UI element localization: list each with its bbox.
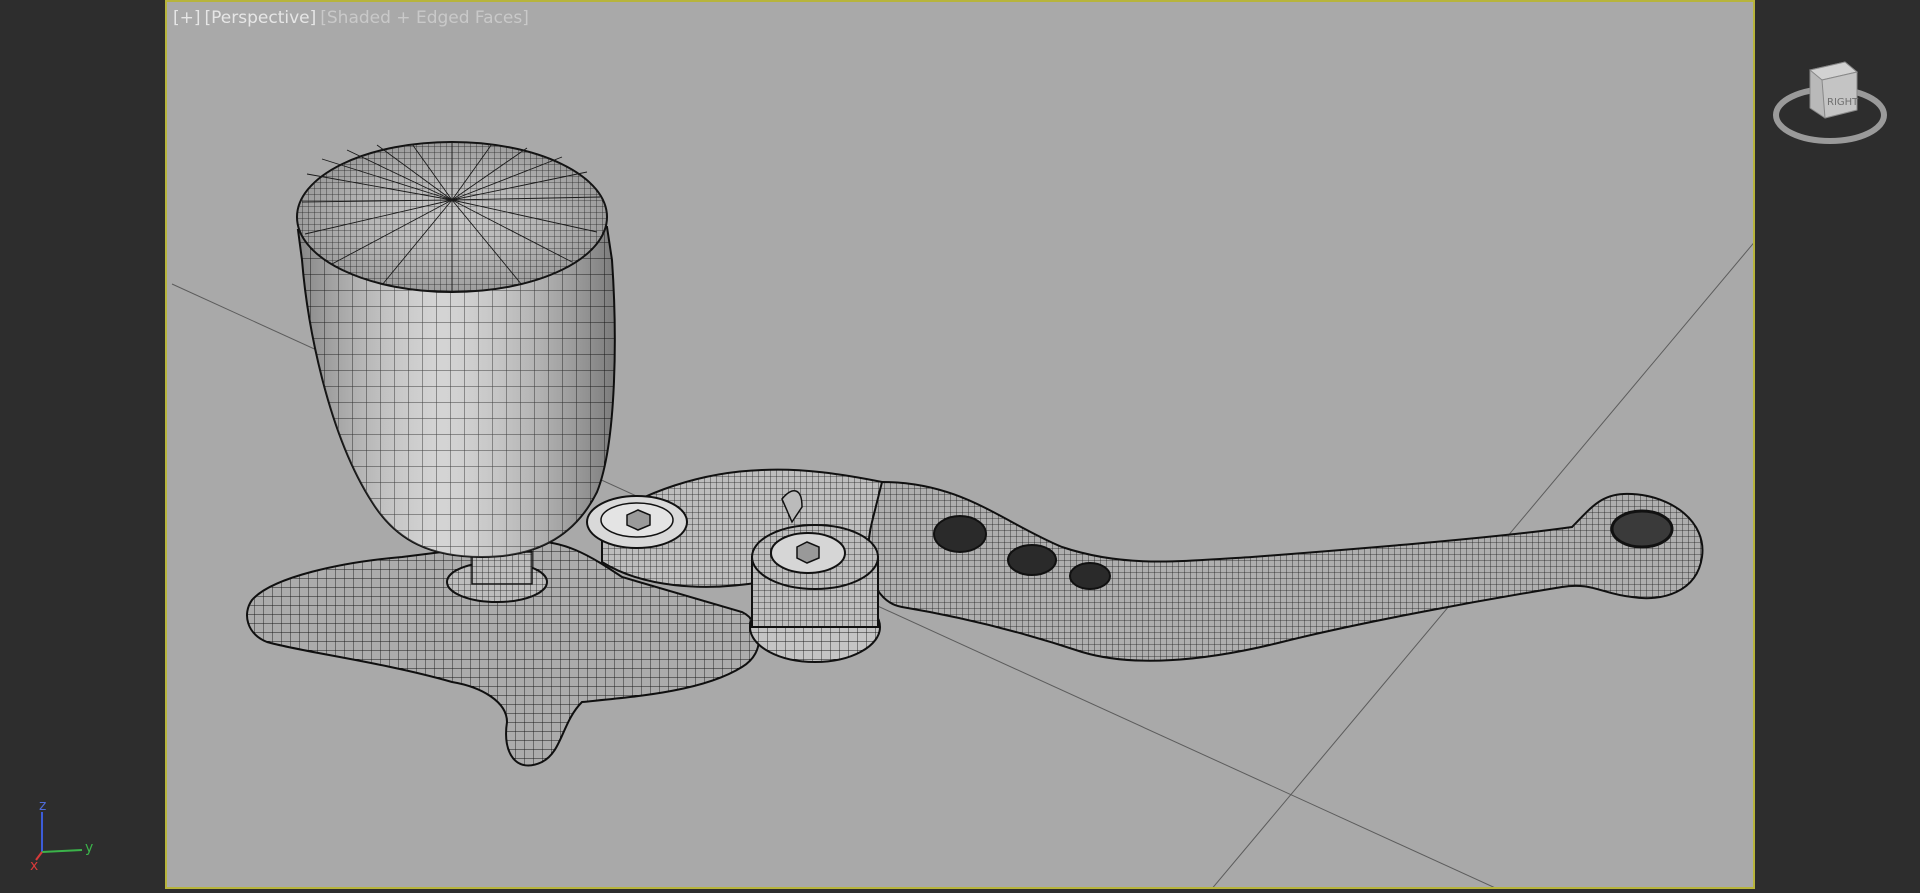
viewcube-icon[interactable]: RIGHT <box>1765 50 1895 160</box>
reservoir-cylinder-mesh[interactable] <box>296 141 616 559</box>
viewcube-face-label: RIGHT <box>1827 97 1859 108</box>
lever-hole-2 <box>1007 544 1057 576</box>
front-bolt-mesh[interactable] <box>586 495 688 549</box>
viewport-menu-plus[interactable]: [+] <box>173 8 201 28</box>
lever-end-hole <box>1610 509 1674 549</box>
left-gutter <box>0 0 165 893</box>
lever-arm-mesh[interactable] <box>867 480 1704 662</box>
viewport-label: [+] [Perspective] [Shaded + Edged Faces] <box>173 8 533 28</box>
lever-hole-3 <box>1069 562 1111 590</box>
axis-x-label: x <box>30 858 38 870</box>
scene-canvas[interactable] <box>167 2 1755 889</box>
perspective-viewport[interactable]: [+] [Perspective] [Shaded + Edged Faces] <box>165 0 1755 889</box>
viewport-point-of-view-menu[interactable]: [Perspective] <box>205 8 317 28</box>
lever-hole-1 <box>933 515 987 553</box>
viewport-shading-menu[interactable]: [Shaded + Edged Faces] <box>320 8 529 28</box>
axis-z-label: z <box>39 800 46 814</box>
axis-tripod-icon: z y x <box>30 800 93 870</box>
axis-y-label: y <box>85 840 93 856</box>
